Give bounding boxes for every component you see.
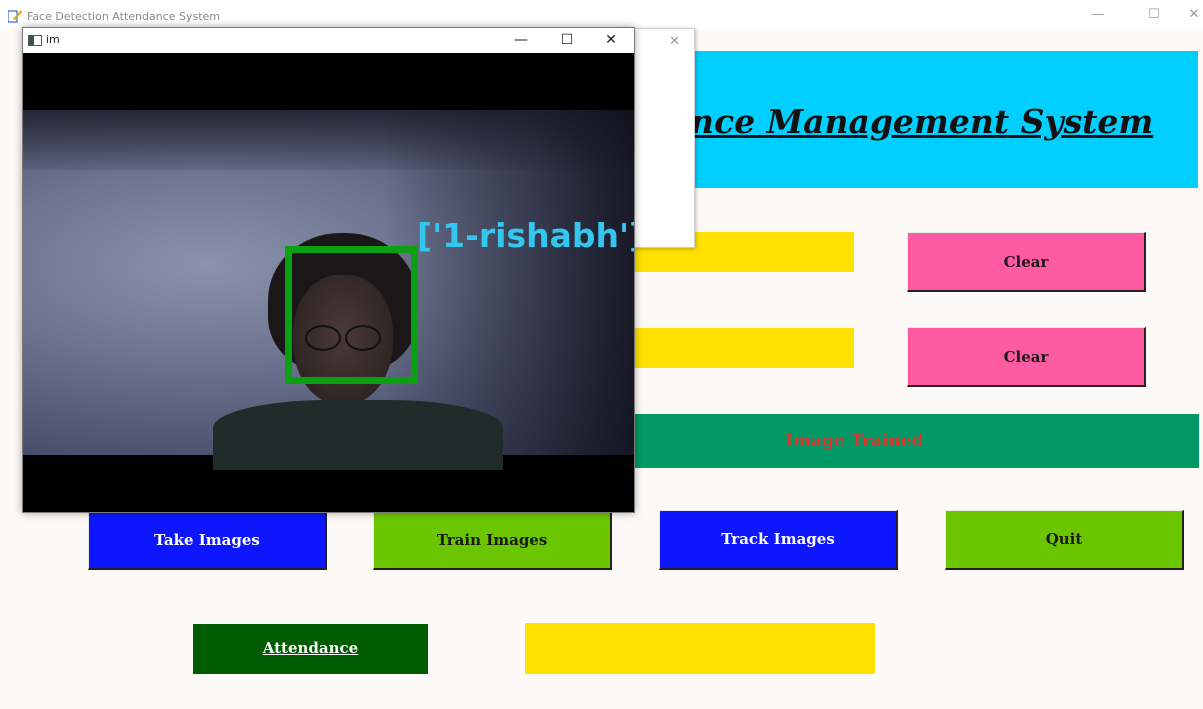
window-title: Face Detection Attendance System <box>27 10 221 23</box>
dialog-close-button[interactable]: ✕ <box>669 34 680 49</box>
camera-window-title: im <box>46 33 60 46</box>
notification-message: Image Trained <box>785 431 924 451</box>
face-detection-box <box>285 246 418 384</box>
train-images-button[interactable]: Train Images <box>373 511 612 570</box>
app-heading: nce Management System <box>690 102 1154 141</box>
enter-name-field[interactable] <box>630 328 854 368</box>
close-button[interactable]: ✕ <box>1176 3 1203 27</box>
camera-minimize-button[interactable]: — <box>501 29 541 51</box>
main-titlebar: Face Detection Attendance System — ☐ ✕ <box>0 0 1203 30</box>
take-images-button[interactable]: Take Images <box>88 511 327 570</box>
attendance-output-field <box>525 623 875 674</box>
quit-button[interactable]: Quit <box>945 510 1184 570</box>
face-recognition-label: ['1-rishabh'] <box>417 216 634 255</box>
track-images-button[interactable]: Track Images <box>659 510 898 570</box>
clear-name-button[interactable]: Clear <box>907 327 1146 387</box>
camera-close-button[interactable]: ✕ <box>591 29 631 51</box>
notification-bar: Image Trained <box>630 414 1199 468</box>
camera-frame: ['1-rishabh'] <box>23 53 634 512</box>
app-feather-icon <box>8 10 22 23</box>
maximize-button[interactable]: ☐ <box>1136 3 1172 27</box>
camera-titlebar: im — ☐ ✕ <box>23 28 634 53</box>
person-body <box>213 400 503 470</box>
minimize-button[interactable]: — <box>1080 3 1116 27</box>
clear-id-button[interactable]: Clear <box>907 232 1146 292</box>
attendance-button[interactable]: Attendance <box>193 624 428 674</box>
window-app-icon <box>28 35 42 46</box>
camera-maximize-button[interactable]: ☐ <box>547 29 587 51</box>
camera-window: im — ☐ ✕ ['1-rishabh'] <box>22 27 635 513</box>
